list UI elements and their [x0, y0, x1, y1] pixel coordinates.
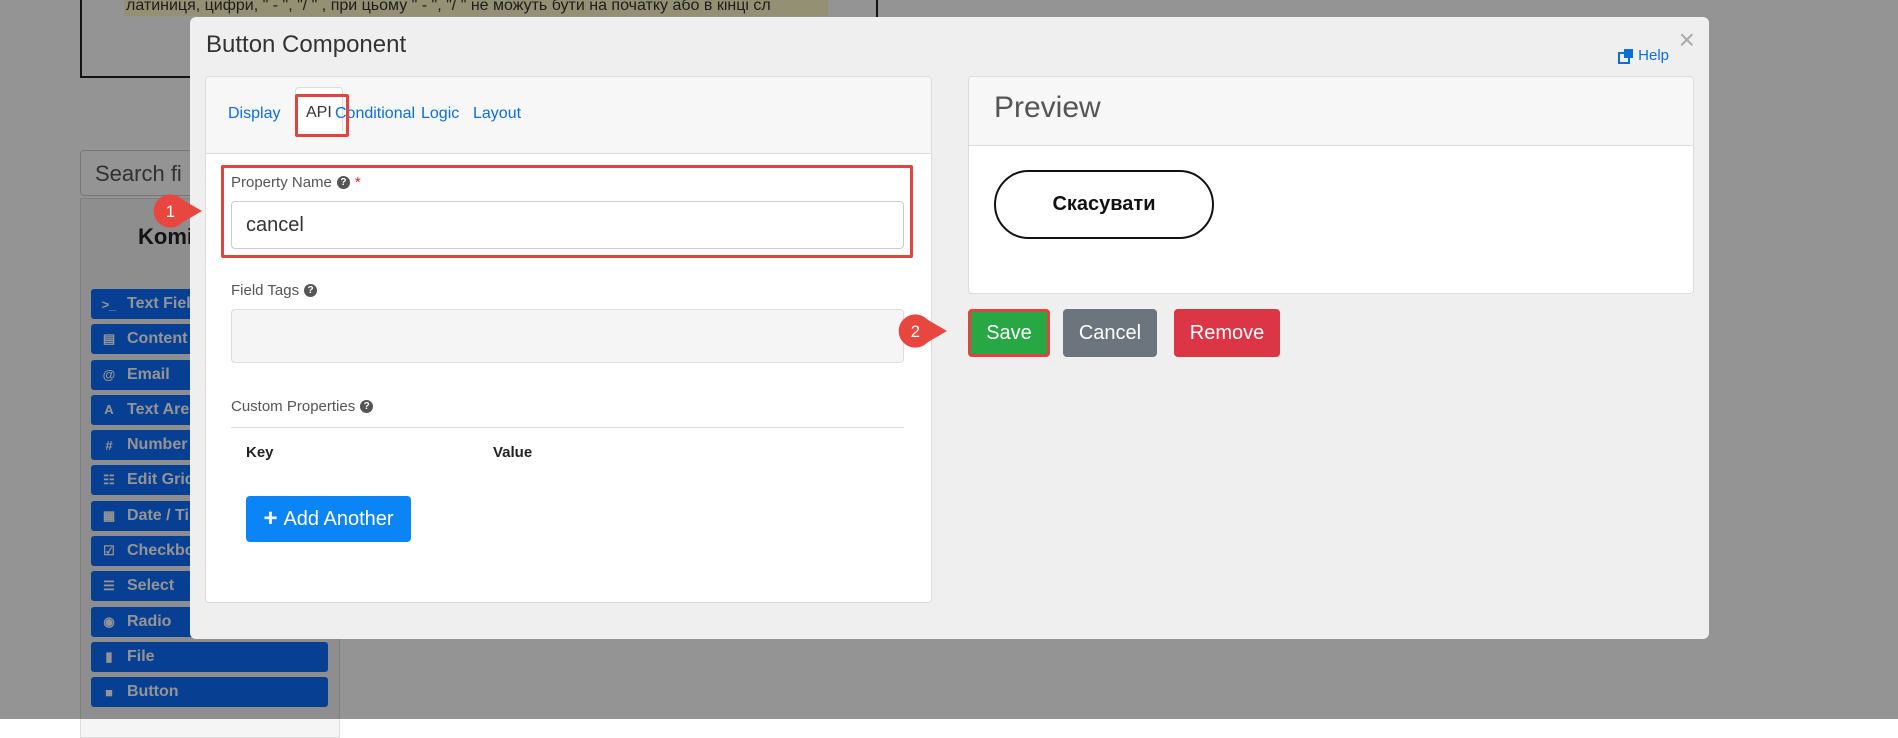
field-tags-input[interactable] — [231, 309, 904, 363]
step-2-label: 2 — [911, 322, 920, 341]
plus-icon: + — [263, 505, 278, 532]
step-2-marker: 2 — [898, 314, 947, 348]
preview-panel: Preview Скасувати — [968, 76, 1694, 294]
api-tab-highlight — [295, 94, 349, 137]
settings-panel: Display API Conditional Logic Layout Pro… — [205, 76, 932, 603]
tab-layout[interactable]: Layout — [473, 105, 521, 123]
tab-display[interactable]: Display — [228, 105, 280, 123]
cancel-button[interactable]: Cancel — [1063, 309, 1157, 357]
close-icon[interactable]: × — [1679, 25, 1695, 55]
save-button[interactable]: Save — [968, 309, 1050, 357]
field-tags-label: Field Tags ? — [231, 282, 318, 299]
step-1-marker: 1 — [153, 194, 202, 228]
field-tags-text: Field Tags — [231, 282, 300, 299]
key-header: Key — [246, 444, 274, 461]
preview-title: Preview — [994, 91, 1101, 124]
property-name-input[interactable]: cancel — [231, 201, 904, 249]
add-another-button[interactable]: + Add Another — [246, 496, 411, 542]
custom-properties-divider — [231, 427, 904, 428]
preview-cancel-button[interactable]: Скасувати — [994, 170, 1214, 239]
help-link[interactable]: Help — [1618, 47, 1669, 64]
step-1-label: 1 — [166, 202, 175, 221]
custom-properties-label: Custom Properties ? — [231, 398, 374, 415]
custom-properties-text: Custom Properties — [231, 398, 356, 415]
preview-header: Preview — [969, 77, 1693, 146]
tab-logic[interactable]: Logic — [421, 105, 459, 123]
external-link-icon — [1618, 48, 1634, 64]
help-label: Help — [1638, 47, 1669, 64]
dialog-title: Button Component — [206, 31, 407, 58]
remove-button[interactable]: Remove — [1174, 309, 1280, 357]
question-circle-icon: ? — [360, 400, 374, 413]
question-circle-icon: ? — [304, 284, 318, 297]
add-another-label: Add Another — [283, 507, 394, 530]
button-component-dialog: Button Component × Help Display API Cond… — [190, 17, 1709, 639]
value-header: Value — [493, 444, 533, 461]
